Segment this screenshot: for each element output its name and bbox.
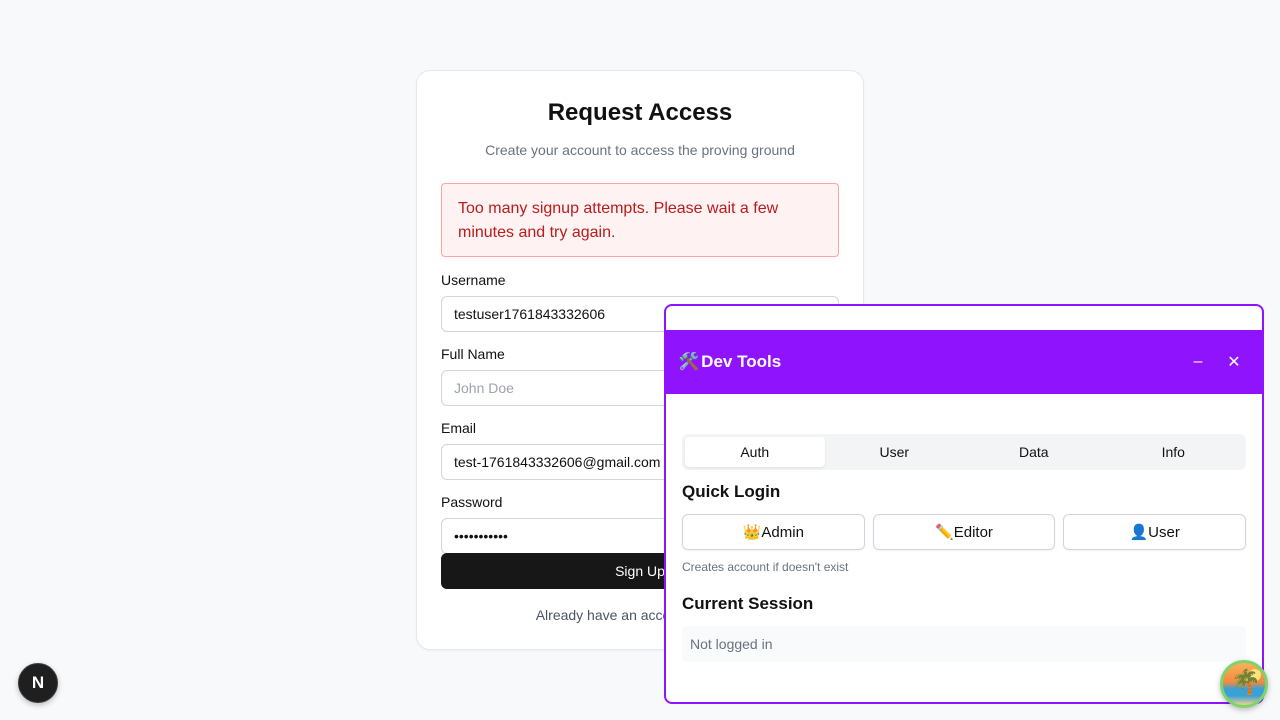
quick-login-note: Creates account if doesn't exist [682, 560, 849, 574]
palm-tree-icon: 🌴 [1231, 669, 1261, 696]
dev-tools-header[interactable]: 🛠️ Dev Tools – ✕ [666, 330, 1262, 394]
password-label: Password [441, 494, 503, 510]
dev-tools-panel: 🛠️ Dev Tools – ✕ Auth User Data Info Qui… [664, 304, 1264, 704]
tools-icon: 🛠️ [678, 352, 700, 371]
close-icon[interactable]: ✕ [1222, 350, 1246, 374]
tab-info[interactable]: Info [1104, 437, 1244, 467]
page-subtitle: Create your account to access the provin… [485, 142, 795, 158]
current-session-title: Current Session [682, 594, 814, 613]
tab-data[interactable]: Data [964, 437, 1104, 467]
minimize-icon[interactable]: – [1186, 350, 1210, 374]
dev-tools-tabs: Auth User Data Info [682, 434, 1246, 470]
admin-login-button[interactable]: 👑Admin [682, 514, 865, 550]
full-name-label: Full Name [441, 346, 505, 362]
palm-tree-sunset-icon[interactable]: 🌴 [1220, 660, 1268, 708]
quick-login-title: Quick Login [682, 482, 781, 501]
editor-login-button[interactable]: ✏️Editor [872, 514, 1056, 550]
quick-login-buttons: 👑Admin ✏️Editor 👤User [682, 514, 1247, 550]
page-title: Request Access [547, 99, 733, 126]
session-status: Not logged in [682, 626, 1246, 662]
dev-tools-title: Dev Tools [701, 352, 782, 371]
tab-auth[interactable]: Auth [685, 437, 825, 467]
user-login-button[interactable]: 👤User [1063, 514, 1247, 550]
tab-user[interactable]: User [825, 437, 965, 467]
next-dev-indicator[interactable]: N [18, 663, 58, 703]
email-label: Email [441, 420, 477, 436]
username-label: Username [441, 272, 506, 288]
error-alert: Too many signup attempts. Please wait a … [441, 183, 839, 257]
